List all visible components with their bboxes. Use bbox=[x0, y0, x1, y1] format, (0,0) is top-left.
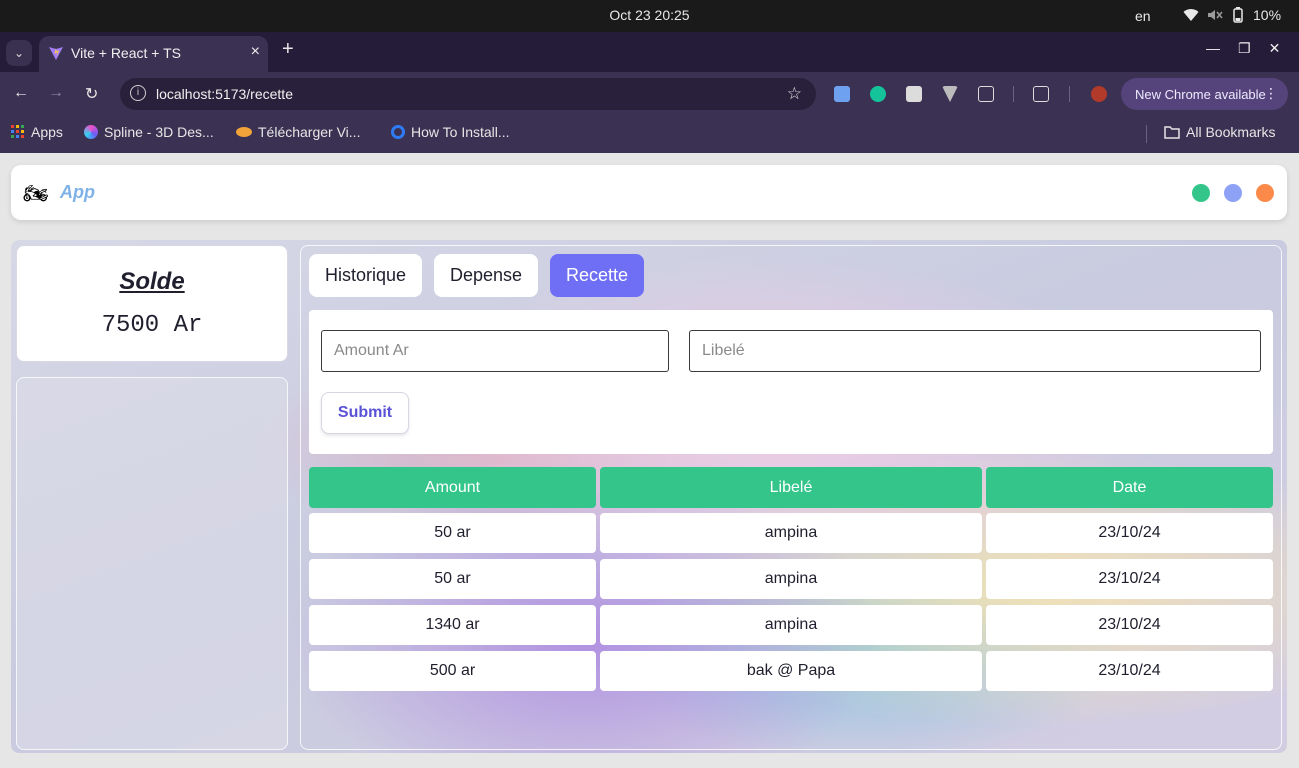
extension-vue-devtools-icon[interactable] bbox=[942, 86, 958, 102]
minimize-icon[interactable]: — bbox=[1206, 40, 1220, 57]
profile-avatar-icon[interactable] bbox=[1091, 86, 1107, 102]
table-cell-amount: 50 ar bbox=[309, 559, 596, 599]
table-cell-date: 23/10/24 bbox=[986, 651, 1273, 691]
toolbar-separator bbox=[1069, 86, 1070, 102]
forward-arrow-icon[interactable]: → bbox=[48, 84, 64, 102]
table-cell-date: 23/10/24 bbox=[986, 605, 1273, 645]
table-cell-libele: bak @ Papa bbox=[600, 651, 982, 691]
bookmark-star-icon[interactable]: ☆ bbox=[787, 84, 802, 104]
balance-card: Solde 7500 Ar bbox=[16, 245, 288, 362]
column-header-libele: Libelé bbox=[600, 467, 982, 508]
bookmark-label: Apps bbox=[31, 124, 63, 140]
table-cell-amount: 50 ar bbox=[309, 513, 596, 553]
new-chrome-label: New Chrome available bbox=[1135, 87, 1266, 102]
all-bookmarks-button[interactable]: All Bookmarks bbox=[1164, 124, 1275, 140]
wifi-icon bbox=[1183, 9, 1199, 21]
battery-percent: 10% bbox=[1253, 7, 1282, 23]
back-arrow-icon[interactable]: ← bbox=[13, 84, 29, 102]
page-viewport: 🏍 App Solde 7500 Ar Historique Depense R… bbox=[0, 153, 1299, 768]
digitalocean-icon bbox=[391, 125, 405, 139]
column-header-date: Date bbox=[986, 467, 1273, 508]
site-info-icon[interactable]: i bbox=[130, 85, 146, 101]
bookmark-apps[interactable]: Apps bbox=[11, 124, 63, 140]
window-controls: — ❐ ✕ bbox=[1206, 40, 1280, 57]
status-dot-green[interactable] bbox=[1192, 184, 1210, 202]
folder-icon bbox=[1164, 125, 1180, 139]
table-cell-date: 23/10/24 bbox=[986, 559, 1273, 599]
bookmark-label: How To Install... bbox=[411, 124, 510, 140]
battery-icon bbox=[1233, 7, 1243, 23]
bookmark-label: Spline - 3D Des... bbox=[104, 124, 214, 140]
reload-icon[interactable]: ↻ bbox=[85, 84, 98, 104]
spline-logo-icon bbox=[84, 125, 98, 139]
browser-tab-active[interactable]: Vite + React + TS × bbox=[39, 36, 268, 72]
amount-input[interactable] bbox=[321, 330, 669, 372]
tab-title: Vite + React + TS bbox=[71, 45, 181, 61]
volume-muted-icon bbox=[1208, 10, 1223, 20]
side-panel bbox=[16, 377, 288, 750]
recette-form: Submit bbox=[309, 310, 1273, 454]
bookmark-telecharger[interactable]: Télécharger Vi... bbox=[236, 124, 360, 140]
submit-button[interactable]: Submit bbox=[321, 392, 409, 434]
os-language-indicator[interactable]: en bbox=[1135, 8, 1151, 24]
new-tab-plus-icon[interactable]: + bbox=[282, 38, 294, 61]
new-chrome-available-button[interactable]: New Chrome available ⋮ bbox=[1121, 78, 1288, 110]
extension-qr-icon[interactable] bbox=[906, 86, 922, 102]
balance-title: Solde bbox=[119, 268, 185, 295]
main-panel: Historique Depense Recette Submit Amount… bbox=[300, 245, 1282, 750]
extension-docs-icon[interactable] bbox=[834, 86, 850, 102]
table-cell-libele: ampina bbox=[600, 605, 982, 645]
bookmarks-bar: Apps Spline - 3D Des... Télécharger Vi..… bbox=[0, 116, 1299, 153]
all-bookmarks-label: All Bookmarks bbox=[1186, 124, 1276, 140]
app-logo-text[interactable]: App bbox=[60, 182, 95, 203]
tab-search-chevron-icon[interactable]: ⌄ bbox=[6, 40, 32, 66]
tab-depense[interactable]: Depense bbox=[434, 254, 539, 297]
status-dot-orange[interactable] bbox=[1256, 184, 1274, 202]
bookmarks-separator bbox=[1146, 125, 1147, 143]
vite-logo-icon bbox=[49, 47, 63, 60]
table-cell-libele: ampina bbox=[600, 513, 982, 553]
apps-grid-icon bbox=[11, 125, 24, 138]
browser-toolbar: ← → ↻ i localhost:5173/recette ☆ New Chr… bbox=[0, 72, 1299, 116]
table-cell-libele: ampina bbox=[600, 559, 982, 599]
bookmark-label: Télécharger Vi... bbox=[258, 124, 361, 140]
os-clock[interactable]: Oct 23 20:25 bbox=[0, 7, 1299, 23]
extension-grammarly-icon[interactable] bbox=[870, 86, 886, 102]
status-dot-blue[interactable] bbox=[1224, 184, 1242, 202]
column-header-amount: Amount bbox=[309, 467, 596, 508]
tab-recette[interactable]: Recette bbox=[550, 254, 645, 297]
browser-tab-strip: ⌄ Vite + React + TS × + — ❐ ✕ bbox=[0, 32, 1299, 72]
close-window-icon[interactable]: ✕ bbox=[1269, 40, 1281, 57]
table-cell-amount: 500 ar bbox=[309, 651, 596, 691]
kebab-menu-icon[interactable]: ⋮ bbox=[1264, 85, 1278, 102]
table-cell-amount: 1340 ar bbox=[309, 605, 596, 645]
address-bar-url[interactable]: localhost:5173/recette bbox=[156, 86, 293, 102]
table-cell-date: 23/10/24 bbox=[986, 513, 1273, 553]
app-header: 🏍 App bbox=[11, 165, 1287, 220]
libele-input[interactable] bbox=[689, 330, 1261, 372]
balance-amount: 7500 Ar bbox=[101, 312, 203, 339]
tab-historique[interactable]: Historique bbox=[309, 254, 423, 297]
os-top-bar: Oct 23 20:25 en 10% bbox=[0, 0, 1299, 32]
tab-close-icon[interactable]: × bbox=[251, 43, 260, 61]
bookmark-spline[interactable]: Spline - 3D Des... bbox=[84, 124, 214, 140]
os-status-icons[interactable]: 10% bbox=[1183, 7, 1281, 23]
reading-list-icon[interactable] bbox=[1033, 86, 1049, 102]
extensions-puzzle-icon[interactable] bbox=[978, 86, 994, 102]
content-area: Solde 7500 Ar Historique Depense Recette… bbox=[11, 240, 1287, 753]
toolbar-separator bbox=[1013, 86, 1014, 102]
maximize-icon[interactable]: ❐ bbox=[1238, 40, 1251, 57]
vlc-cone-icon bbox=[236, 127, 252, 137]
motorcycle-icon: 🏍 bbox=[23, 183, 49, 205]
address-bar[interactable]: i localhost:5173/recette ☆ bbox=[120, 78, 816, 110]
bookmark-how-to-install[interactable]: How To Install... bbox=[391, 124, 510, 140]
